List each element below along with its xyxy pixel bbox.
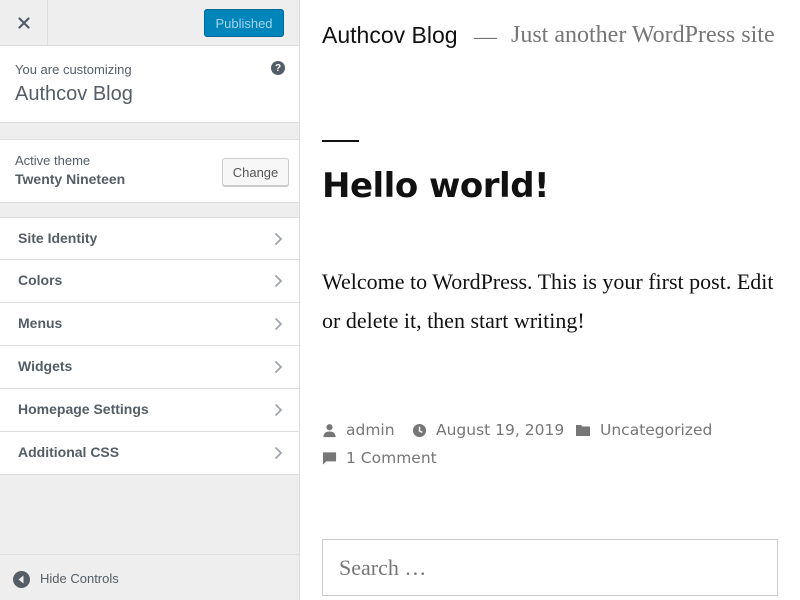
customizer-header: Published bbox=[0, 0, 299, 46]
close-icon bbox=[17, 16, 30, 29]
title-separator: — bbox=[474, 24, 497, 49]
customizer-sections: Site Identity Colors Menus Widgets Homep… bbox=[0, 217, 299, 475]
search-input[interactable] bbox=[323, 540, 777, 595]
customizing-label: You are customizing bbox=[15, 62, 132, 77]
comment-icon bbox=[322, 451, 337, 465]
hide-controls-button[interactable]: Hide Controls bbox=[0, 554, 299, 600]
folder-icon bbox=[576, 425, 590, 436]
post-title[interactable]: Hello world! bbox=[322, 166, 550, 206]
active-theme-name: Twenty Nineteen bbox=[15, 171, 126, 187]
site-description: Just another WordPress site bbox=[511, 22, 775, 48]
category-link[interactable]: Uncategorized bbox=[600, 421, 712, 439]
change-theme-button[interactable]: Change bbox=[222, 158, 289, 186]
post-comments: 1 Comment bbox=[322, 449, 437, 467]
section-label: Site Identity bbox=[18, 230, 98, 246]
customizer-sidebar: Published You are customizing Authcov Bl… bbox=[0, 0, 300, 600]
help-icon[interactable]: ? bbox=[271, 61, 285, 75]
customizing-info: You are customizing Authcov Blog ? bbox=[0, 46, 299, 123]
section-menus[interactable]: Menus bbox=[0, 303, 299, 346]
section-label: Menus bbox=[18, 315, 63, 331]
author-link[interactable]: admin bbox=[346, 421, 395, 439]
person-icon bbox=[323, 423, 336, 437]
chevron-right-icon bbox=[274, 360, 283, 374]
section-colors[interactable]: Colors bbox=[0, 260, 299, 303]
chevron-right-icon bbox=[274, 274, 283, 288]
close-button[interactable] bbox=[0, 0, 48, 45]
section-label: Colors bbox=[18, 272, 63, 288]
arrow-left-circle-icon bbox=[13, 571, 30, 588]
active-theme-label: Active theme bbox=[15, 153, 91, 168]
comments-link[interactable]: 1 Comment bbox=[346, 449, 437, 467]
section-site-identity[interactable]: Site Identity bbox=[0, 217, 299, 260]
clock-icon bbox=[412, 423, 427, 437]
section-homepage-settings[interactable]: Homepage Settings bbox=[0, 389, 299, 432]
section-widgets[interactable]: Widgets bbox=[0, 346, 299, 389]
site-title[interactable]: Authcov Blog bbox=[322, 22, 458, 49]
post-category: Uncategorized bbox=[575, 421, 712, 439]
post-author: admin bbox=[322, 421, 395, 439]
date-link[interactable]: August 19, 2019 bbox=[436, 421, 564, 439]
site-preview: Authcov Blog — Just another WordPress si… bbox=[300, 0, 800, 600]
publish-button[interactable]: Published bbox=[204, 9, 284, 37]
chevron-right-icon bbox=[274, 317, 283, 331]
entry-divider bbox=[322, 140, 359, 142]
section-label: Homepage Settings bbox=[18, 401, 149, 417]
customizing-site-title: Authcov Blog bbox=[15, 83, 133, 105]
hide-controls-label: Hide Controls bbox=[40, 571, 119, 586]
section-label: Widgets bbox=[18, 358, 73, 374]
chevron-right-icon bbox=[274, 232, 283, 246]
post-content: Welcome to WordPress. This is your first… bbox=[322, 269, 774, 333]
search-form bbox=[322, 539, 778, 596]
section-additional-css[interactable]: Additional CSS bbox=[0, 432, 299, 475]
chevron-right-icon bbox=[274, 403, 283, 417]
active-theme-panel: Active theme Twenty Nineteen Change bbox=[0, 139, 299, 203]
section-label: Additional CSS bbox=[18, 444, 120, 460]
chevron-right-icon bbox=[274, 446, 283, 460]
post-date: August 19, 2019 bbox=[412, 421, 564, 439]
